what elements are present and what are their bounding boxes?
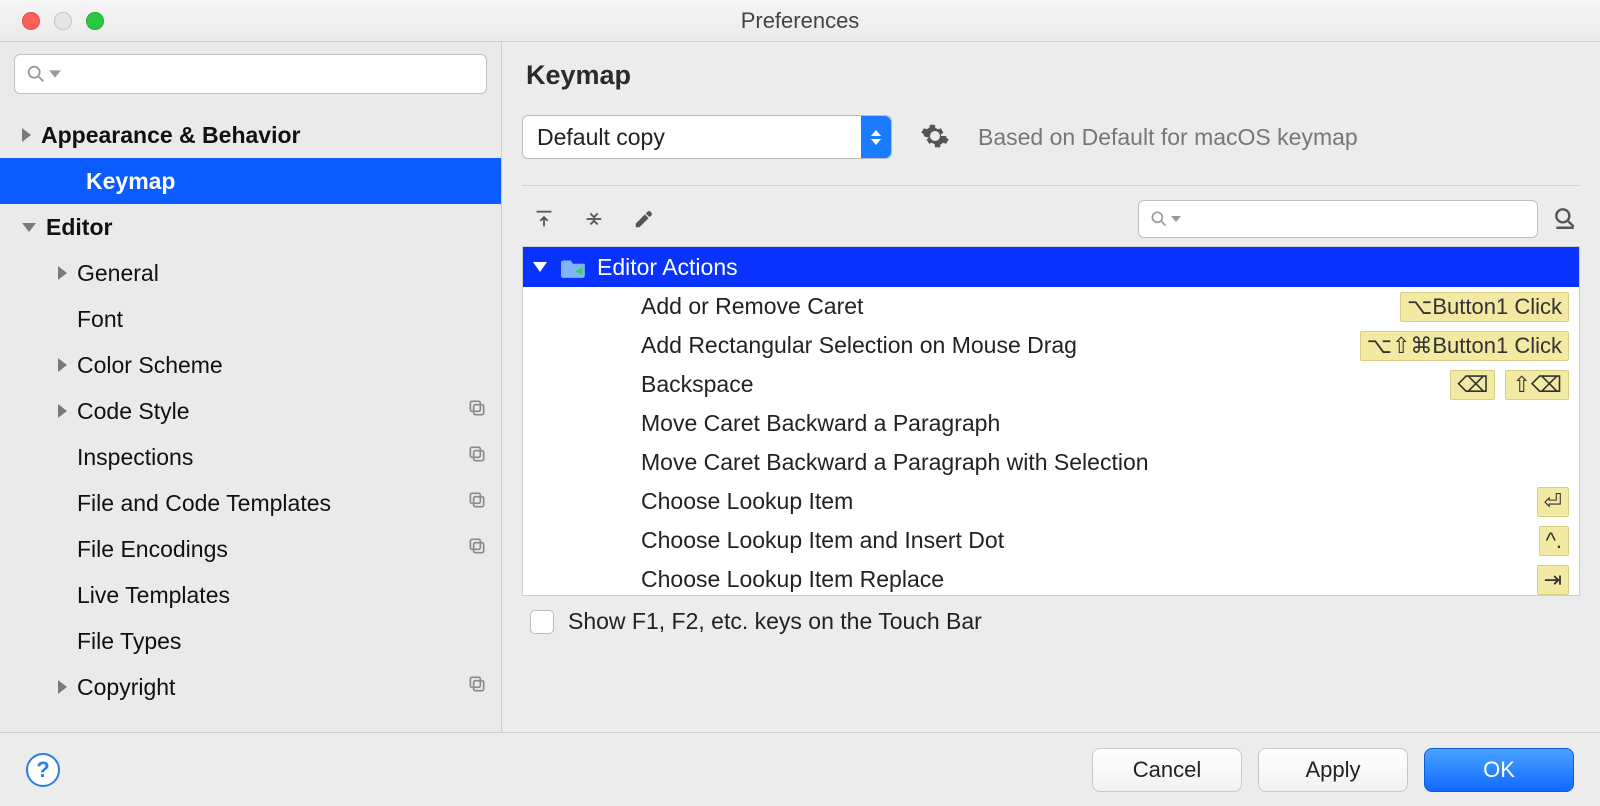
search-icon xyxy=(1149,209,1169,229)
dialog-footer: ? Cancel Apply OK xyxy=(0,732,1600,806)
action-row[interactable]: Move Caret Backward a Paragraph xyxy=(523,404,1579,443)
sidebar-item-copyright[interactable]: Copyright xyxy=(0,664,501,710)
sidebar-item-label: Color Scheme xyxy=(77,352,487,379)
pane-title: Keymap xyxy=(526,60,1580,91)
sidebar-item-font[interactable]: Font xyxy=(0,296,501,342)
action-row[interactable]: Move Caret Backward a Paragraph with Sel… xyxy=(523,443,1579,482)
sidebar-item-file-types[interactable]: File Types xyxy=(0,618,501,664)
edit-icon[interactable] xyxy=(632,207,656,231)
action-search-input[interactable] xyxy=(1138,200,1538,238)
sidebar-item-inspections[interactable]: Inspections xyxy=(0,434,501,480)
action-label: Choose Lookup Item Replace xyxy=(641,566,1537,593)
action-group-header[interactable]: Editor Actions xyxy=(523,247,1579,287)
sidebar-item-live-templates[interactable]: Live Templates xyxy=(0,572,501,618)
chevron-right-icon xyxy=(22,128,31,142)
search-icon xyxy=(25,63,47,85)
action-label: Add Rectangular Selection on Mouse Drag xyxy=(641,332,1360,359)
shortcut-badge: ⌥Button1 Click xyxy=(1400,292,1569,322)
action-list[interactable]: Editor Actions Add or Remove Caret⌥Butto… xyxy=(522,246,1580,596)
scheme-scope-icon xyxy=(467,444,487,470)
help-button[interactable]: ? xyxy=(26,753,60,787)
action-row[interactable]: Add Rectangular Selection on Mouse Drag⌥… xyxy=(523,326,1579,365)
sidebar-item-label: Font xyxy=(77,306,487,333)
chevron-right-icon xyxy=(58,680,67,694)
settings-sidebar: Appearance & Behavior Keymap Editor General… xyxy=(0,42,502,732)
scheme-scope-icon xyxy=(467,490,487,516)
apply-button[interactable]: Apply xyxy=(1258,748,1408,792)
chevron-down-icon xyxy=(533,262,547,272)
action-row[interactable]: Add or Remove Caret⌥Button1 Click xyxy=(523,287,1579,326)
sidebar-item-label: Copyright xyxy=(77,674,467,701)
touchbar-label: Show F1, F2, etc. keys on the Touch Bar xyxy=(568,608,982,635)
cancel-button[interactable]: Cancel xyxy=(1092,748,1242,792)
action-label: Move Caret Backward a Paragraph xyxy=(641,410,1569,437)
shortcut-badge: ⌥⇧⌘Button1 Click xyxy=(1360,331,1569,361)
titlebar: Preferences xyxy=(0,0,1600,42)
chevron-right-icon xyxy=(58,404,67,418)
shortcut-badge: ⏎ xyxy=(1537,487,1569,517)
sidebar-item-code-style[interactable]: Code Style xyxy=(0,388,501,434)
sidebar-item-label: File and Code Templates xyxy=(77,490,467,517)
divider xyxy=(522,185,1580,186)
touchbar-checkbox[interactable] xyxy=(530,610,554,634)
sidebar-item-keymap[interactable]: Keymap xyxy=(0,158,501,204)
select-knob-icon xyxy=(861,116,891,158)
ok-button[interactable]: OK xyxy=(1424,748,1574,792)
sidebar-item-color-scheme[interactable]: Color Scheme xyxy=(0,342,501,388)
sidebar-item-label: Editor xyxy=(46,214,487,241)
action-label: Add or Remove Caret xyxy=(641,293,1400,320)
expand-all-icon[interactable] xyxy=(532,207,556,231)
action-label: Choose Lookup Item and Insert Dot xyxy=(641,527,1539,554)
action-row[interactable]: Choose Lookup Item⏎ xyxy=(523,482,1579,521)
scheme-scope-icon xyxy=(467,398,487,424)
folder-icon xyxy=(561,256,587,278)
sidebar-item-label: Inspections xyxy=(77,444,467,471)
based-on-label: Based on Default for macOS keymap xyxy=(978,124,1358,151)
sidebar-item-appearance-behavior[interactable]: Appearance & Behavior xyxy=(0,112,501,158)
sidebar-item-label: Keymap xyxy=(86,168,487,195)
action-label: Choose Lookup Item xyxy=(641,488,1537,515)
collapse-all-icon[interactable] xyxy=(582,207,606,231)
action-label: Backspace xyxy=(641,371,1450,398)
scheme-scope-icon xyxy=(467,674,487,700)
action-row[interactable]: Backspace⌫ ⇧⌫ xyxy=(523,365,1579,404)
sidebar-item-editor[interactable]: Editor xyxy=(0,204,501,250)
shortcut-badge: ⇧⌫ xyxy=(1505,370,1569,400)
sidebar-item-label: General xyxy=(77,260,487,287)
dropdown-icon xyxy=(1171,214,1181,224)
sidebar-item-label: Appearance & Behavior xyxy=(41,122,487,149)
dropdown-icon xyxy=(49,68,61,80)
keymap-scheme-value: Default copy xyxy=(537,124,665,151)
sidebar-item-label: File Encodings xyxy=(77,536,467,563)
scheme-scope-icon xyxy=(467,536,487,562)
chevron-right-icon xyxy=(58,266,67,280)
settings-search-input[interactable] xyxy=(14,54,487,94)
chevron-right-icon xyxy=(58,358,67,372)
keymap-scheme-select[interactable]: Default copy xyxy=(522,115,892,159)
gear-icon[interactable] xyxy=(920,121,950,154)
sidebar-item-file-and-code-templates[interactable]: File and Code Templates xyxy=(0,480,501,526)
sidebar-item-label: Code Style xyxy=(77,398,467,425)
window-title: Preferences xyxy=(0,8,1600,34)
shortcut-badge: ^. xyxy=(1539,526,1569,556)
action-label: Move Caret Backward a Paragraph with Sel… xyxy=(641,449,1569,476)
action-row[interactable]: Choose Lookup Item and Insert Dot^. xyxy=(523,521,1579,560)
shortcut-badge: ⇥ xyxy=(1537,565,1569,595)
settings-tree[interactable]: Appearance & Behavior Keymap Editor General… xyxy=(0,106,501,732)
sidebar-item-label: Live Templates xyxy=(77,582,487,609)
shortcut-badge: ⌫ xyxy=(1450,370,1495,400)
find-by-shortcut-icon[interactable] xyxy=(1552,205,1580,233)
sidebar-item-general[interactable]: General xyxy=(0,250,501,296)
sidebar-item-file-encodings[interactable]: File Encodings xyxy=(0,526,501,572)
action-group-label: Editor Actions xyxy=(597,254,738,281)
sidebar-item-label: File Types xyxy=(77,628,487,655)
action-row[interactable]: Choose Lookup Item Replace⇥ xyxy=(523,560,1579,596)
chevron-down-icon xyxy=(22,223,36,232)
